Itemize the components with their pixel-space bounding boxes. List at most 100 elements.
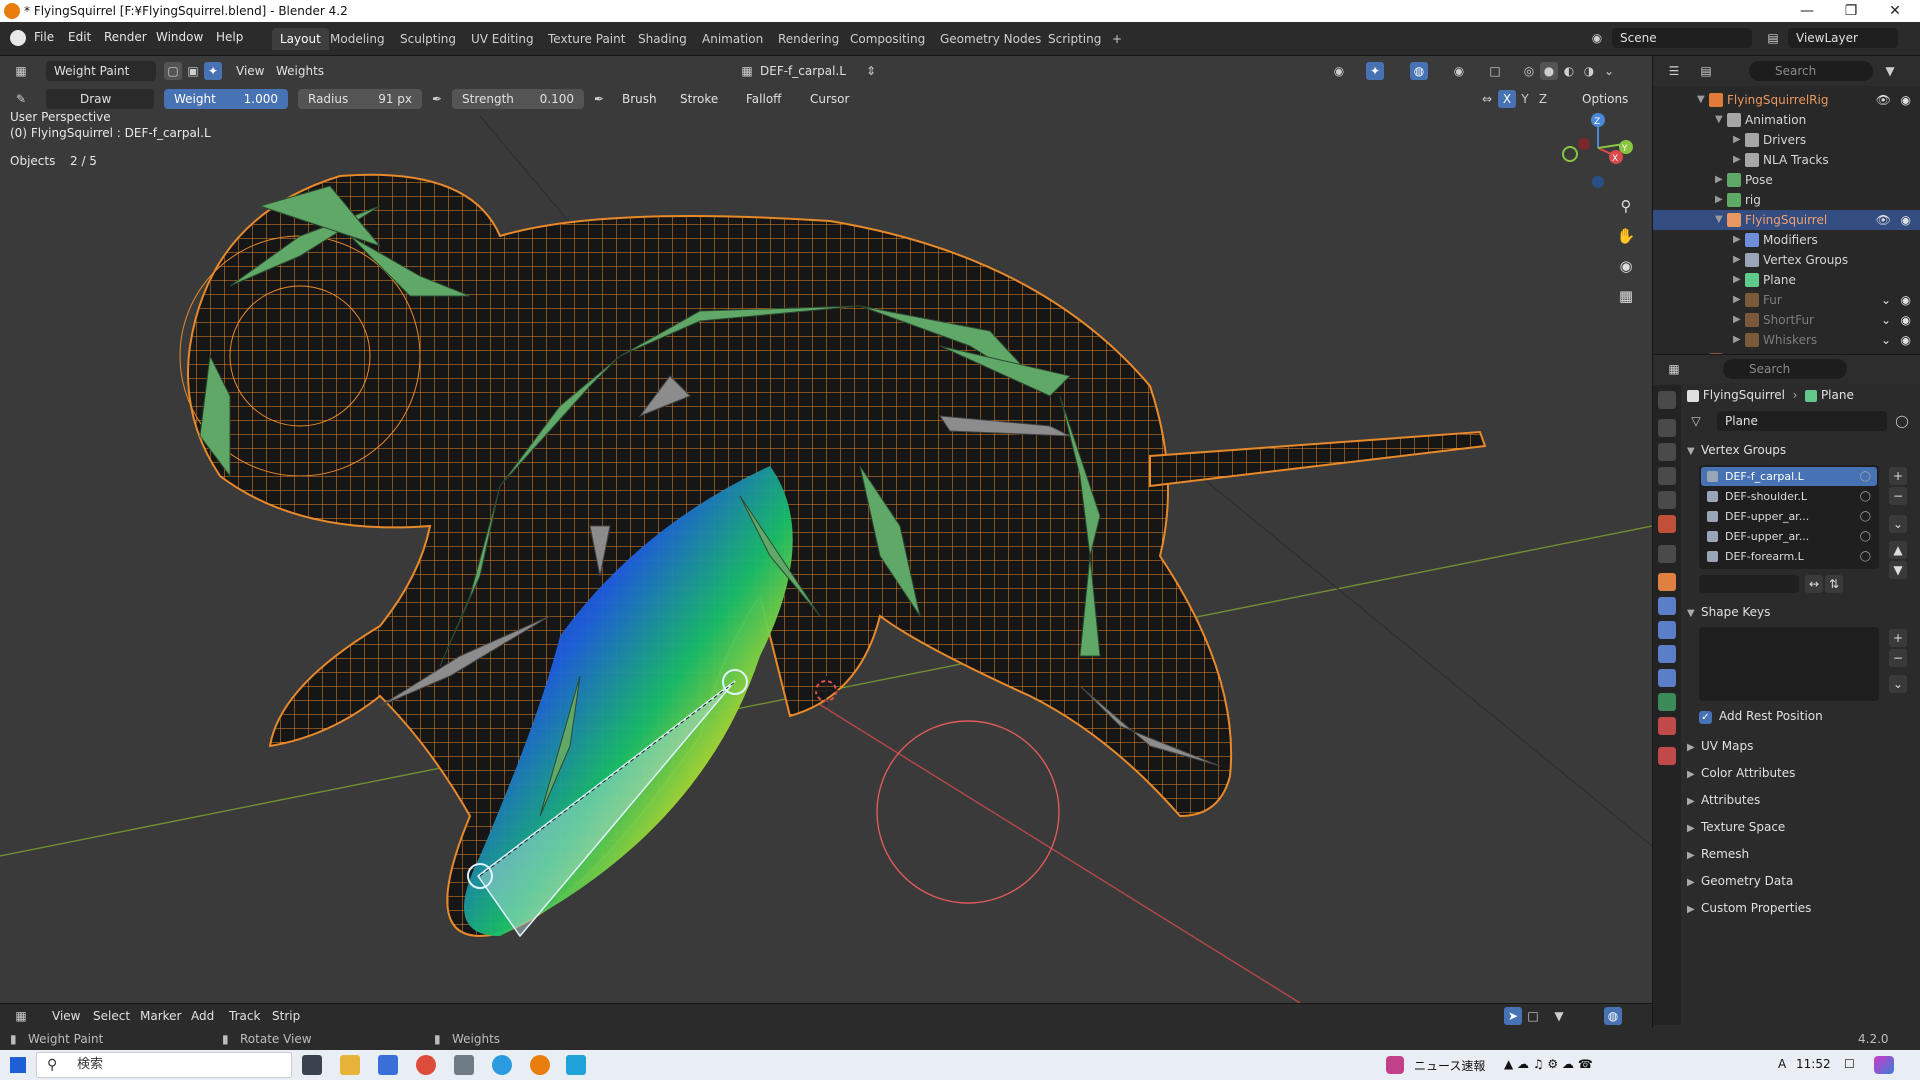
blender-menu-icon[interactable] (10, 30, 26, 46)
tab-layout[interactable]: Layout (272, 28, 329, 50)
brush-selector[interactable]: Draw (46, 89, 154, 109)
editor-type-icon[interactable]: ▦ (12, 62, 30, 80)
timeline-view-menu[interactable]: View (52, 1009, 80, 1023)
attributes-panel-header[interactable]: ▶ Attributes (1687, 789, 1913, 811)
tool-tab-icon[interactable] (1658, 391, 1676, 409)
timeline-add-menu[interactable]: Add (191, 1009, 214, 1023)
tab-modeling[interactable]: Modeling (322, 28, 393, 50)
tab-shading[interactable]: Shading (630, 28, 695, 50)
render-camera-icon[interactable]: ◉ (1901, 310, 1911, 330)
custom-properties-panel-header[interactable]: ▶ Custom Properties (1687, 897, 1913, 919)
close-icon[interactable]: ✕ (1872, 0, 1918, 22)
notification-icon[interactable]: ☐ (1844, 1057, 1855, 1071)
store-icon[interactable] (378, 1055, 398, 1075)
zoom-icon[interactable]: ⚲ (1612, 192, 1640, 220)
outliner-row-plane[interactable]: ▶ Plane (1653, 270, 1920, 290)
outliner-row-nla-tracks[interactable]: ▶ NLA Tracks (1653, 150, 1920, 170)
bone-select-icon[interactable]: ✦ (204, 62, 222, 80)
collection-tab-icon[interactable] (1658, 545, 1676, 563)
menu-window[interactable]: Window (156, 30, 203, 44)
active-vertex-group-selector[interactable]: DEF-f_carpal.L (752, 61, 854, 81)
symmetry-icon[interactable]: ⇕ (862, 62, 880, 80)
brush-tool-icon[interactable]: ✎ (12, 90, 30, 108)
color-attributes-panel-header[interactable]: ▶ Color Attributes (1687, 762, 1913, 784)
tab-texture-paint[interactable]: Texture Paint (540, 28, 633, 50)
outliner-filter-icon[interactable]: ▼ (1881, 62, 1899, 80)
news-widget-text[interactable]: ニュース速報 (1414, 1057, 1485, 1074)
notepad-icon[interactable] (454, 1055, 474, 1075)
wireframe-shading-icon[interactable]: ◎ (1520, 62, 1538, 80)
visibility-eye-icon[interactable]: 👁 (1876, 90, 1891, 110)
weight-field[interactable]: Weight 1.000 (164, 89, 288, 109)
tab-rendering[interactable]: Rendering (770, 28, 847, 50)
timeline-select-menu[interactable]: Select (93, 1009, 130, 1023)
vertex-group-item[interactable]: DEF-upper_ar... ◯ (1701, 507, 1877, 526)
scene-selector[interactable]: Scene (1612, 28, 1752, 48)
app-taskbar-icon[interactable] (566, 1055, 586, 1075)
tab-animation[interactable]: Animation (694, 28, 771, 50)
outliner-row-modifiers[interactable]: ▶ Modifiers (1653, 230, 1920, 250)
mirror-z-toggle[interactable]: Z (1534, 90, 1552, 108)
render-camera-icon[interactable]: ◉ (1901, 90, 1911, 110)
timeline-editor-icon[interactable]: ▦ (12, 1007, 30, 1025)
edge-icon[interactable] (492, 1055, 512, 1075)
ime-indicator[interactable]: A (1778, 1057, 1786, 1071)
render-camera-icon[interactable]: ◉ (1901, 210, 1911, 230)
menu-file[interactable]: File (34, 30, 54, 44)
file-explorer-icon[interactable] (340, 1055, 360, 1075)
radius-pressure-icon[interactable]: ✒ (428, 90, 446, 108)
render-camera-icon[interactable]: ◉ (1901, 290, 1911, 310)
vertex-group-filter-input[interactable] (1699, 575, 1799, 593)
remesh-panel-header[interactable]: ▶ Remesh (1687, 843, 1913, 865)
viewport-3d[interactable]: Z X Y ▦ Weight Paint ▢ ▣ ✦ View Weights … (0, 56, 1652, 1003)
vertex-group-item[interactable]: DEF-forearm.L ◯ (1701, 547, 1877, 566)
outliner-row-flyingsquirrelrig[interactable]: ▼ FlyingSquirrelRig 👁 ◉ (1653, 90, 1920, 110)
properties-editor-icon[interactable]: ▦ (1665, 360, 1683, 378)
copilot-icon[interactable] (1874, 1056, 1894, 1074)
vertex-groups-list[interactable]: DEF-f_carpal.L ◯ DEF-shoulder.L ◯ DEF-uppe… (1699, 465, 1879, 569)
tab-geometry-nodes[interactable]: Geometry Nodes (932, 28, 1049, 50)
menu-render[interactable]: Render (104, 30, 147, 44)
outliner-search-input[interactable]: Search (1749, 61, 1873, 81)
pan-hand-icon[interactable]: ✋ (1612, 222, 1640, 250)
texture-tab-icon[interactable] (1658, 747, 1676, 765)
outliner-row-flyingsquirrel[interactable]: ▼ FlyingSquirrel 👁 ◉ (1653, 210, 1920, 230)
vertex-group-item[interactable]: DEF-f_carpal.L ◯ (1701, 467, 1877, 486)
visibility-hidden-icon[interactable]: ⌄ (1881, 290, 1891, 310)
shading-options-icon[interactable]: ⌄ (1600, 62, 1618, 80)
modifiers-tab-icon[interactable] (1658, 597, 1676, 615)
swap-icon[interactable]: ↔ (1805, 575, 1823, 593)
perspective-grid-icon[interactable]: ▦ (1612, 282, 1640, 310)
visibility-hidden-icon[interactable]: ⌄ (1881, 310, 1891, 330)
visibility-hidden-icon[interactable]: ⌄ (1881, 330, 1891, 350)
particles-tab-icon[interactable] (1658, 621, 1676, 639)
radius-field[interactable]: Radius 91 px (298, 89, 422, 109)
mesh-data-name-field[interactable]: Plane (1717, 411, 1887, 431)
menu-help[interactable]: Help (216, 30, 243, 44)
stroke-menu[interactable]: Stroke (672, 89, 726, 109)
filter-icon[interactable]: ▼ (1550, 1007, 1568, 1025)
rendered-shading-icon[interactable]: ◑ (1580, 62, 1598, 80)
mirror-y-toggle[interactable]: Y (1516, 90, 1534, 108)
outliner-row-whiskers[interactable]: ▶ Whiskers ⌄ ◉ (1653, 330, 1920, 350)
outliner-row-animation[interactable]: ▼ Animation (1653, 110, 1920, 130)
output-tab-icon[interactable] (1658, 443, 1676, 461)
menu-view[interactable]: View (228, 61, 272, 81)
outliner-row-pose[interactable]: ▶ Pose (1653, 170, 1920, 190)
scene-tab-icon[interactable] (1658, 491, 1676, 509)
material-shading-icon[interactable]: ◐ (1560, 62, 1578, 80)
move-up-icon[interactable]: ▲ (1889, 541, 1907, 559)
texture-space-panel-header[interactable]: ▶ Texture Space (1687, 816, 1913, 838)
outliner-editor-icon[interactable]: ☰ (1665, 62, 1683, 80)
timeline-track-menu[interactable]: Track (229, 1009, 260, 1023)
news-widget-icon[interactable] (1386, 1056, 1404, 1074)
falloff-menu[interactable]: Falloff (738, 89, 789, 109)
blender-taskbar-icon[interactable] (530, 1055, 550, 1075)
box-select-icon[interactable]: □ (1524, 1007, 1542, 1025)
fake-user-shield-icon[interactable]: ◯ (1893, 412, 1911, 430)
vertex-group-item[interactable]: DEF-shoulder.L ◯ (1701, 487, 1877, 506)
viewport-scene[interactable]: Z X Y (0, 56, 1652, 1003)
brush-menu[interactable]: Brush (614, 89, 665, 109)
constraints-tab-icon[interactable] (1658, 669, 1676, 687)
shape-keys-list[interactable] (1699, 627, 1879, 701)
